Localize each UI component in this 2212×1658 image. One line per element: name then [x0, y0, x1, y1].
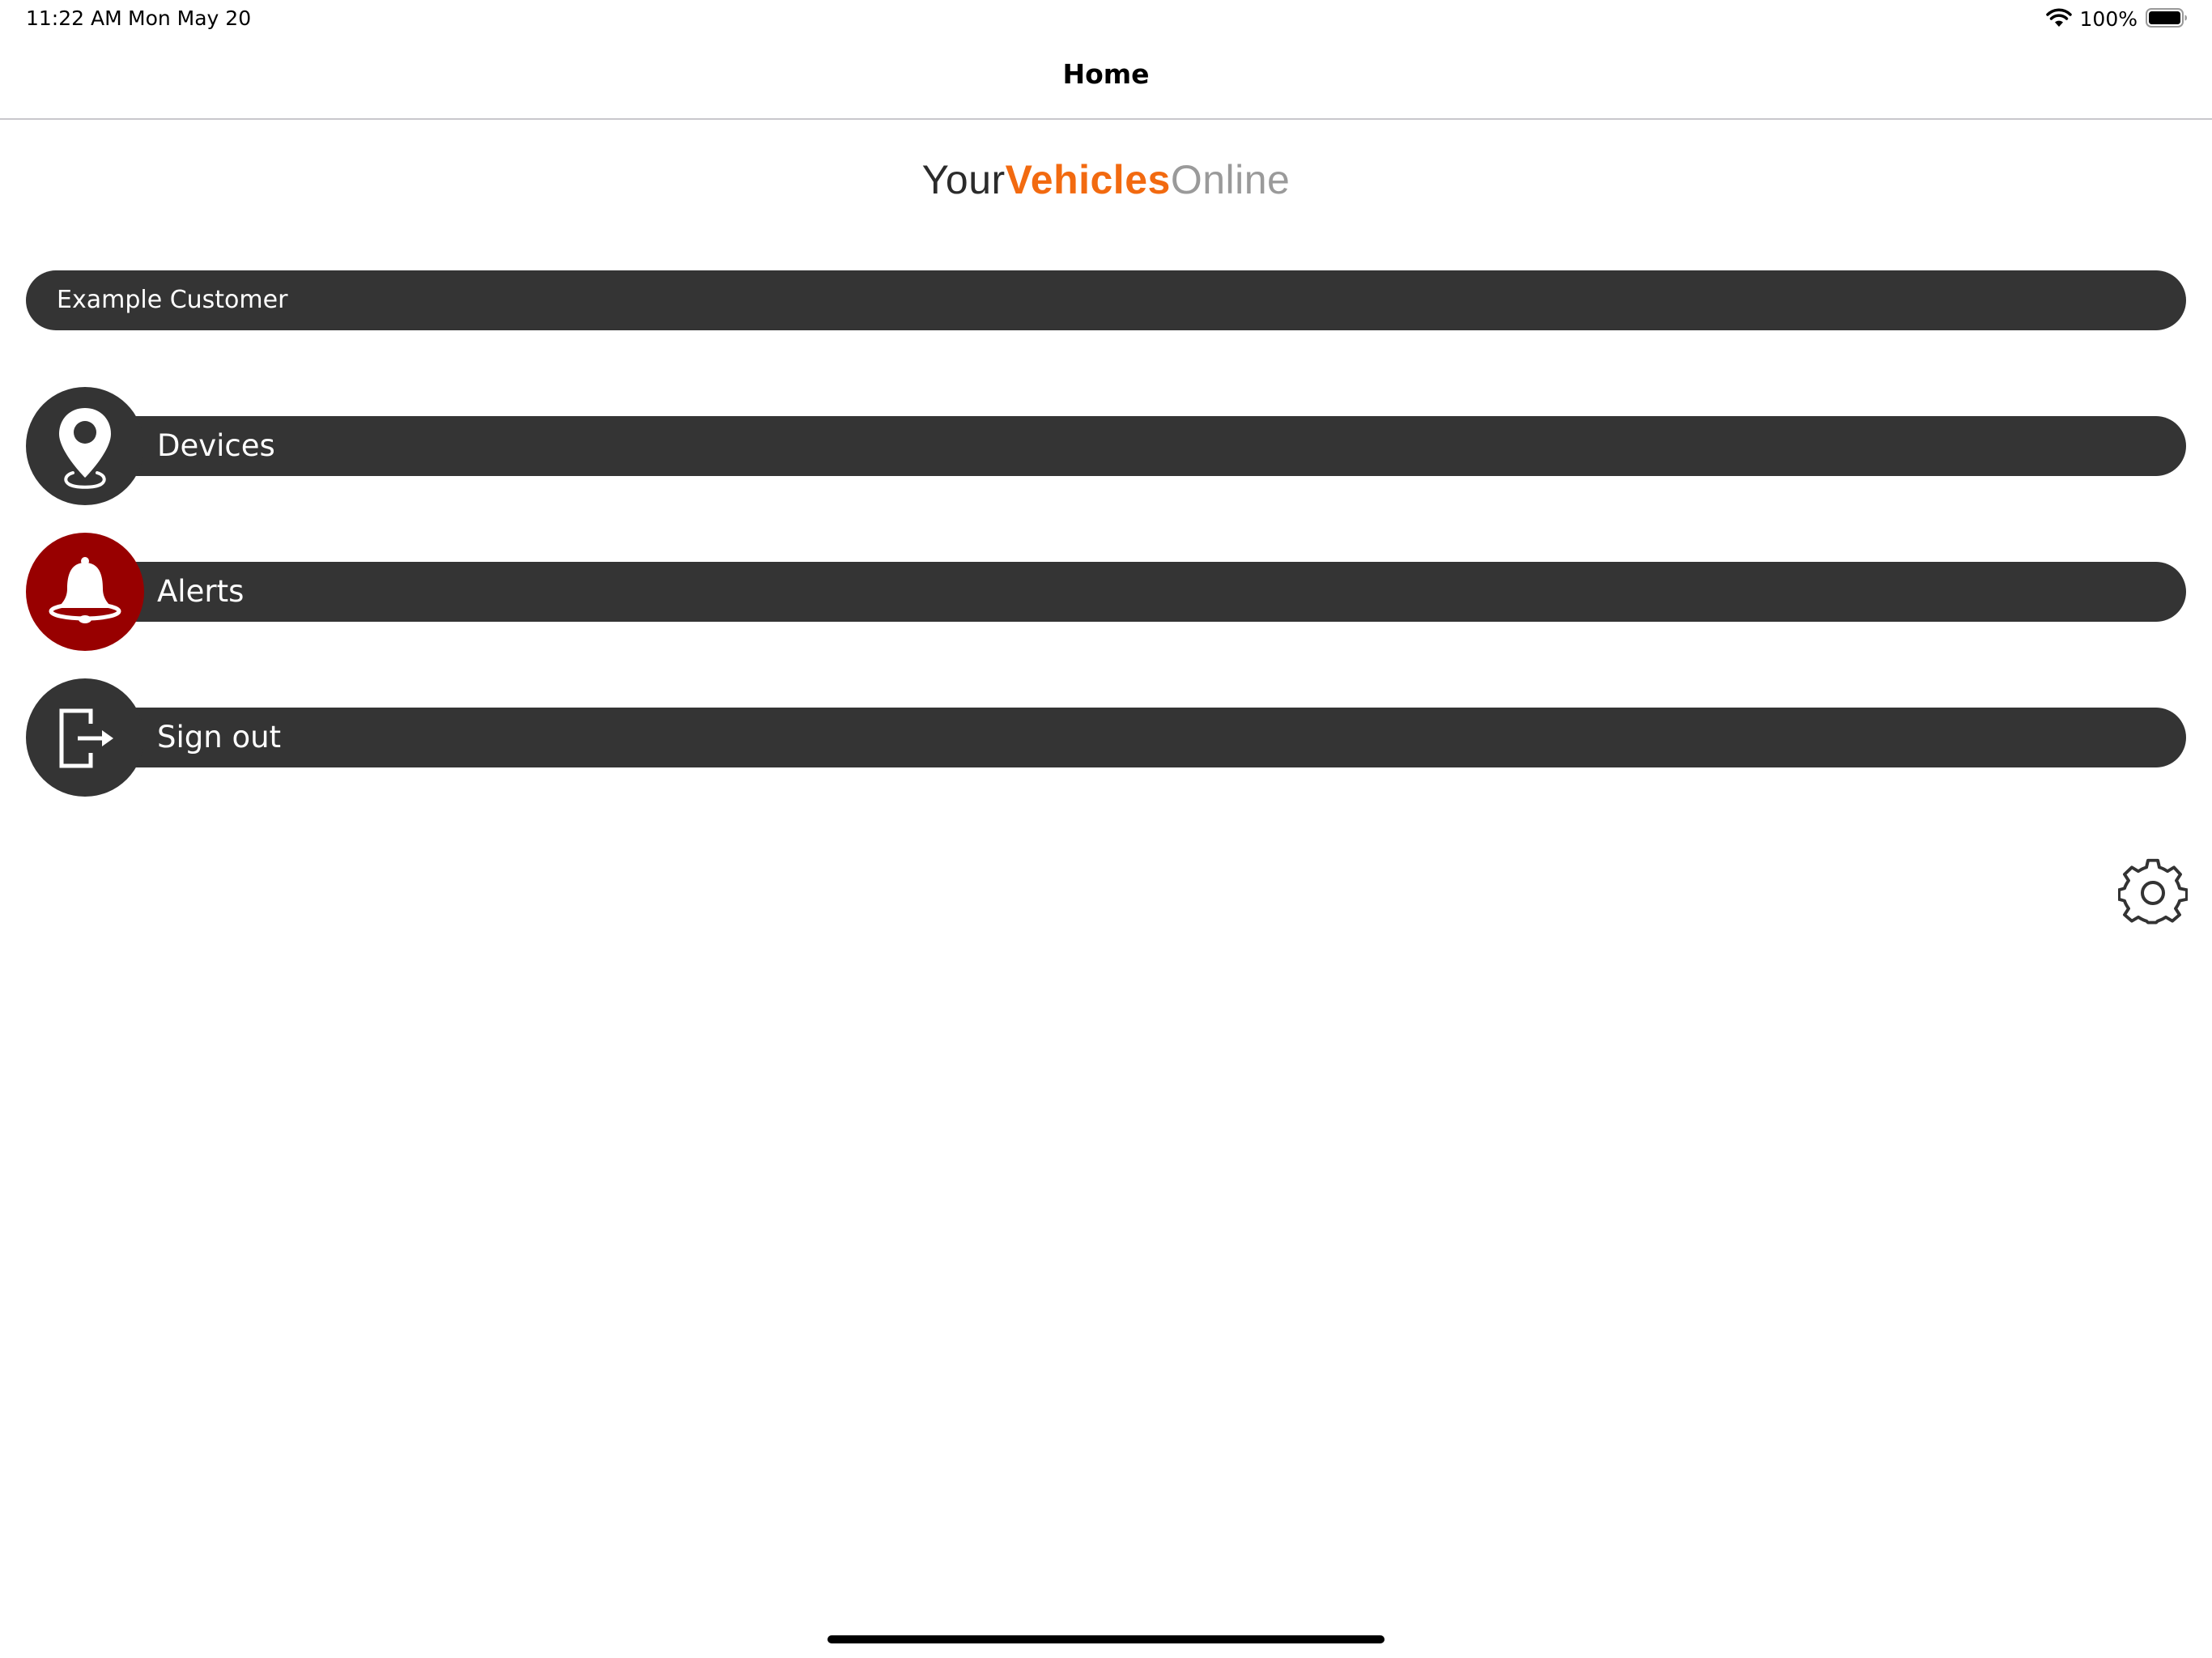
app-logo: YourVehiclesOnline: [0, 154, 2212, 206]
status-indicators: 100%: [2045, 6, 2188, 32]
sign-out-icon: [26, 678, 144, 797]
menu-item-sign-out[interactable]: Sign out: [26, 678, 2186, 797]
home-indicator[interactable]: [827, 1635, 1385, 1643]
wifi-icon: [2045, 7, 2072, 32]
menu-item-label: Devices: [157, 428, 275, 463]
status-date: Mon May 20: [128, 6, 252, 30]
home-screen: 11:22 AM Mon May 20 100% Home YourVehicl…: [0, 0, 2212, 1658]
bell-icon: [26, 533, 144, 651]
logo-text-online: Online: [1170, 157, 1291, 202]
customer-name: Example Customer: [57, 286, 288, 314]
status-time: 11:22 AM: [26, 6, 122, 30]
menu-bar: [107, 416, 2186, 476]
menu-item-label: Alerts: [157, 574, 245, 609]
battery-percent: 100%: [2079, 7, 2138, 31]
page-title: Home: [1062, 58, 1150, 90]
battery-icon: [2146, 8, 2188, 31]
settings-button[interactable]: [2117, 858, 2189, 931]
status-bar: 11:22 AM Mon May 20 100%: [0, 0, 2212, 39]
map-pin-icon: [26, 387, 144, 505]
customer-bar: Example Customer: [26, 270, 2186, 330]
menu-item-alerts[interactable]: Alerts: [26, 533, 2186, 651]
menu-bar: [107, 708, 2186, 767]
gear-icon: [2117, 858, 2189, 931]
menu-item-label: Sign out: [157, 720, 282, 755]
menu-bar: [107, 562, 2186, 622]
logo-text-vehicles: Vehicles: [1005, 157, 1171, 202]
logo-text-your: Your: [921, 157, 1006, 202]
menu-item-devices[interactable]: Devices: [26, 387, 2186, 505]
navigation-bar: Home: [0, 39, 2212, 120]
